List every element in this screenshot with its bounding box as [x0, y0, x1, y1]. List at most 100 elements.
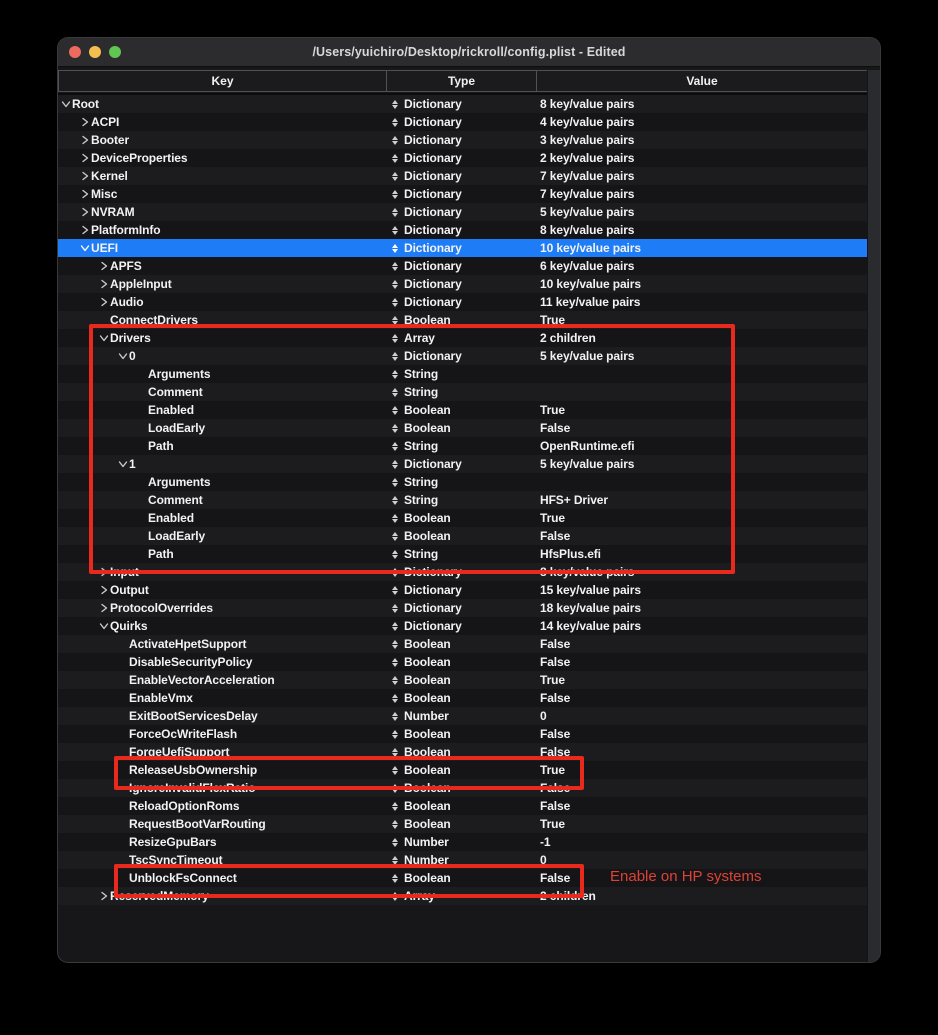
table-row[interactable]: Audio Dictionary 11 key/value pairs [58, 293, 867, 311]
value-cell[interactable]: True [535, 311, 867, 329]
disclosure-triangle-icon[interactable] [117, 458, 129, 470]
type-popup[interactable]: Boolean [385, 725, 535, 743]
table-row[interactable]: Root Dictionary 8 key/value pairs [58, 95, 867, 113]
disclosure-triangle-icon[interactable] [117, 800, 129, 812]
disclosure-triangle-icon[interactable] [136, 530, 148, 542]
type-popup[interactable]: Number [385, 833, 535, 851]
type-popup[interactable]: Boolean [385, 779, 535, 797]
close-button[interactable] [69, 46, 81, 58]
table-row[interactable]: EnableVectorAcceleration Boolean True [58, 671, 867, 689]
table-row[interactable]: ExitBootServicesDelay Number 0 [58, 707, 867, 725]
table-row[interactable]: AppleInput Dictionary 10 key/value pairs [58, 275, 867, 293]
table-row[interactable]: APFS Dictionary 6 key/value pairs [58, 257, 867, 275]
value-cell[interactable]: 5 key/value pairs [535, 455, 867, 473]
table-row[interactable]: ForceOcWriteFlash Boolean False [58, 725, 867, 743]
type-popup[interactable]: Dictionary [385, 347, 535, 365]
value-cell[interactable]: True [535, 401, 867, 419]
disclosure-triangle-icon[interactable] [98, 620, 110, 632]
disclosure-triangle-icon[interactable] [79, 188, 91, 200]
value-cell[interactable]: False [535, 635, 867, 653]
value-cell[interactable] [535, 383, 867, 401]
value-cell[interactable]: 3 key/value pairs [535, 131, 867, 149]
value-cell[interactable]: HfsPlus.efi [535, 545, 867, 563]
disclosure-triangle-icon[interactable] [79, 206, 91, 218]
type-popup[interactable]: Dictionary [385, 293, 535, 311]
type-popup[interactable]: Dictionary [385, 203, 535, 221]
column-header-key[interactable]: Key [59, 71, 386, 91]
type-popup[interactable]: Dictionary [385, 113, 535, 131]
table-row[interactable]: Output Dictionary 15 key/value pairs [58, 581, 867, 599]
type-popup[interactable]: Boolean [385, 401, 535, 419]
value-cell[interactable]: 6 key/value pairs [535, 257, 867, 275]
table-row[interactable]: Path String OpenRuntime.efi [58, 437, 867, 455]
disclosure-triangle-icon[interactable] [98, 296, 110, 308]
type-popup[interactable]: Dictionary [385, 221, 535, 239]
table-row[interactable]: LoadEarly Boolean False [58, 419, 867, 437]
disclosure-triangle-icon[interactable] [117, 854, 129, 866]
table-row[interactable]: ReservedMemory Array 2 children [58, 887, 867, 905]
type-popup[interactable]: Boolean [385, 743, 535, 761]
disclosure-triangle-icon[interactable] [117, 728, 129, 740]
disclosure-triangle-icon[interactable] [117, 746, 129, 758]
disclosure-triangle-icon[interactable] [136, 512, 148, 524]
type-popup[interactable]: Dictionary [385, 275, 535, 293]
type-popup[interactable]: String [385, 437, 535, 455]
type-popup[interactable]: Dictionary [385, 131, 535, 149]
value-cell[interactable]: False [535, 779, 867, 797]
value-cell[interactable]: -1 [535, 833, 867, 851]
type-popup[interactable]: String [385, 545, 535, 563]
disclosure-triangle-icon[interactable] [98, 602, 110, 614]
disclosure-triangle-icon[interactable] [117, 764, 129, 776]
type-popup[interactable]: Boolean [385, 419, 535, 437]
value-cell[interactable] [535, 473, 867, 491]
type-popup[interactable]: Dictionary [385, 257, 535, 275]
type-popup[interactable]: String [385, 473, 535, 491]
disclosure-triangle-icon[interactable] [117, 692, 129, 704]
disclosure-triangle-icon[interactable] [117, 782, 129, 794]
type-popup[interactable]: String [385, 365, 535, 383]
value-cell[interactable]: True [535, 815, 867, 833]
table-row[interactable]: RequestBootVarRouting Boolean True [58, 815, 867, 833]
type-popup[interactable]: Dictionary [385, 581, 535, 599]
value-cell[interactable]: 15 key/value pairs [535, 581, 867, 599]
value-cell[interactable]: 5 key/value pairs [535, 347, 867, 365]
table-row[interactable]: NVRAM Dictionary 5 key/value pairs [58, 203, 867, 221]
table-row[interactable]: Booter Dictionary 3 key/value pairs [58, 131, 867, 149]
table-row[interactable]: ForgeUefiSupport Boolean False [58, 743, 867, 761]
value-cell[interactable]: 4 key/value pairs [535, 113, 867, 131]
value-cell[interactable]: False [535, 653, 867, 671]
value-cell[interactable]: False [535, 743, 867, 761]
value-cell[interactable]: False [535, 869, 867, 887]
disclosure-triangle-icon[interactable] [117, 674, 129, 686]
disclosure-triangle-icon[interactable] [117, 638, 129, 650]
disclosure-triangle-icon[interactable] [60, 98, 72, 110]
table-row[interactable]: IgnoreInvalidFlexRatio Boolean False [58, 779, 867, 797]
disclosure-triangle-icon[interactable] [136, 476, 148, 488]
value-cell[interactable]: HFS+ Driver [535, 491, 867, 509]
table-row[interactable]: PlatformInfo Dictionary 8 key/value pair… [58, 221, 867, 239]
table-row[interactable]: DeviceProperties Dictionary 2 key/value … [58, 149, 867, 167]
table-row[interactable]: Comment String HFS+ Driver [58, 491, 867, 509]
table-row[interactable]: EnableVmx Boolean False [58, 689, 867, 707]
column-header-type[interactable]: Type [386, 71, 536, 91]
value-cell[interactable]: False [535, 689, 867, 707]
table-row[interactable]: ResizeGpuBars Number -1 [58, 833, 867, 851]
type-popup[interactable]: Dictionary [385, 95, 535, 113]
disclosure-triangle-icon[interactable] [79, 224, 91, 236]
disclosure-triangle-icon[interactable] [136, 494, 148, 506]
value-cell[interactable]: 2 key/value pairs [535, 149, 867, 167]
value-cell[interactable]: 8 key/value pairs [535, 221, 867, 239]
type-popup[interactable]: Dictionary [385, 185, 535, 203]
disclosure-triangle-icon[interactable] [98, 584, 110, 596]
scrollbar-track[interactable] [867, 70, 880, 962]
value-cell[interactable]: False [535, 527, 867, 545]
table-row[interactable]: 1 Dictionary 5 key/value pairs [58, 455, 867, 473]
disclosure-triangle-icon[interactable] [136, 386, 148, 398]
value-cell[interactable]: 0 [535, 851, 867, 869]
value-cell[interactable]: 7 key/value pairs [535, 185, 867, 203]
type-popup[interactable]: Boolean [385, 815, 535, 833]
table-row[interactable]: UnblockFsConnect Boolean False [58, 869, 867, 887]
value-cell[interactable]: False [535, 797, 867, 815]
value-cell[interactable]: 8 key/value pairs [535, 95, 867, 113]
value-cell[interactable]: 5 key/value pairs [535, 203, 867, 221]
